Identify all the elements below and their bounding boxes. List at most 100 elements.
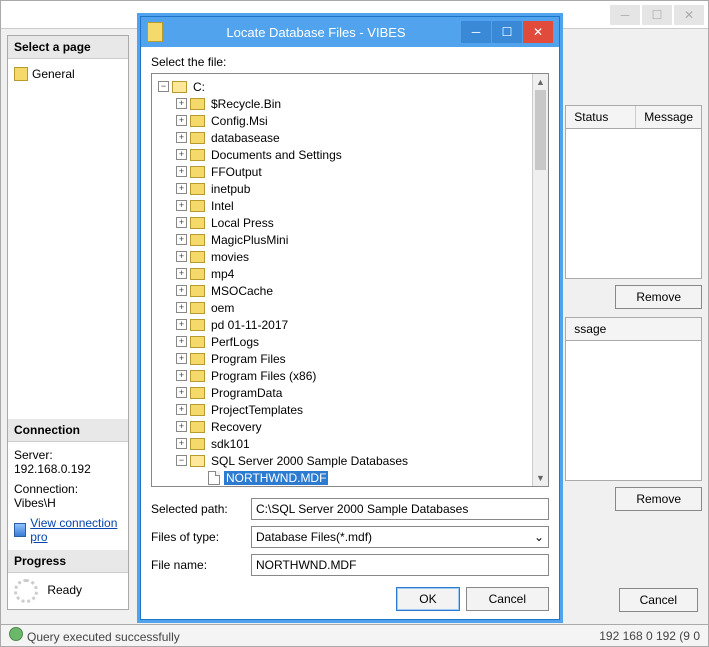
expander-icon[interactable]: + <box>176 183 187 194</box>
scroll-thumb[interactable] <box>535 90 546 170</box>
expander-icon[interactable]: + <box>176 404 187 415</box>
modal-maximize-button[interactable]: ☐ <box>492 21 522 43</box>
modal-minimize-button[interactable]: ─ <box>461 21 491 43</box>
expander-icon[interactable]: + <box>176 115 187 126</box>
file-name-label: File name: <box>151 558 251 572</box>
expander-icon[interactable]: + <box>176 149 187 160</box>
left-pane: Select a page General Connection Server:… <box>7 35 129 610</box>
folder-icon <box>190 387 205 399</box>
expander-icon[interactable]: + <box>176 234 187 245</box>
folder-icon <box>190 302 205 314</box>
tree-node[interactable]: NORTHWND.MDF <box>154 469 546 486</box>
expander-icon[interactable]: + <box>176 370 187 381</box>
tree-node[interactable]: +oem <box>154 299 546 316</box>
folder-icon <box>172 81 187 93</box>
tree-label: MSOCache <box>209 284 275 298</box>
cancel-button[interactable]: Cancel <box>466 587 549 611</box>
modal-titlebar[interactable]: Locate Database Files - VIBES ─ ☐ ✕ <box>141 17 559 47</box>
file-name-field[interactable]: NORTHWND.MDF <box>251 554 549 576</box>
expander-icon[interactable]: + <box>176 353 187 364</box>
tree-scrollbar[interactable]: ▲ ▼ <box>532 74 548 486</box>
tree-node[interactable]: − SQL Server 2000 Sample Databases <box>154 452 546 469</box>
expander-icon[interactable]: + <box>176 336 187 347</box>
tree-label: pd 01-11-2017 <box>209 318 290 332</box>
tree-node[interactable]: +Program Files <box>154 350 546 367</box>
tree-node[interactable]: + MagicPlusMini <box>154 231 546 248</box>
expander-icon[interactable]: + <box>176 251 187 262</box>
tree-label: SQL Server 2000 Sample Databases <box>209 454 410 468</box>
expander-icon[interactable]: + <box>176 438 187 449</box>
tree-node[interactable]: + FFOutput <box>154 163 546 180</box>
folder-icon <box>190 98 205 110</box>
tree-node[interactable]: +databasease <box>154 129 546 146</box>
expander-icon[interactable]: − <box>158 81 169 92</box>
tree-node[interactable]: +Program Files (x86) <box>154 367 546 384</box>
view-connection-link[interactable]: View connection pro <box>30 516 122 544</box>
maximize-button[interactable]: ☐ <box>642 5 672 25</box>
status-text: Query executed successfully <box>27 630 180 644</box>
tree-node[interactable]: +mp4 <box>154 265 546 282</box>
selected-path-field[interactable]: C:\SQL Server 2000 Sample Databases <box>251 498 549 520</box>
expander-icon[interactable]: + <box>176 132 187 143</box>
expander-icon[interactable]: + <box>176 217 187 228</box>
col-status[interactable]: Status <box>566 106 636 128</box>
tree-node[interactable]: + Local Press <box>154 214 546 231</box>
tree-node[interactable]: + MSOCache <box>154 282 546 299</box>
remove-button-2[interactable]: Remove <box>615 487 702 511</box>
folder-icon <box>190 455 205 467</box>
expander-icon[interactable]: + <box>176 421 187 432</box>
connection-value: Vibes\H <box>14 496 122 510</box>
folder-icon <box>190 319 205 331</box>
close-button[interactable]: ✕ <box>674 5 704 25</box>
folder-icon <box>190 268 205 280</box>
connection-header: Connection <box>8 419 128 442</box>
files-type-dropdown[interactable]: Database Files(*.mdf) ⌄ <box>251 526 549 548</box>
file-tree[interactable]: −C:+$Recycle.Bin+Config.Msi+databasease+… <box>151 73 549 487</box>
modal-close-button[interactable]: ✕ <box>523 21 553 43</box>
folder-icon <box>190 183 205 195</box>
tree-node[interactable]: + sdk101 <box>154 435 546 452</box>
expander-icon[interactable]: + <box>176 302 187 313</box>
tree-label: MagicPlusMini <box>209 233 290 247</box>
page-general[interactable]: General <box>14 65 122 83</box>
expander-icon[interactable]: + <box>176 319 187 330</box>
tree-node[interactable]: +inetpub <box>154 180 546 197</box>
tree-label: Documents and Settings <box>209 148 344 162</box>
tree-node[interactable]: +ProjectTemplates <box>154 401 546 418</box>
expander-icon[interactable]: + <box>176 387 187 398</box>
expander-icon[interactable]: + <box>176 200 187 211</box>
tree-node[interactable]: +movies <box>154 248 546 265</box>
tree-node[interactable]: + pd 01-11-2017 <box>154 316 546 333</box>
scroll-up-icon[interactable]: ▲ <box>533 74 548 90</box>
expander-icon[interactable]: + <box>176 98 187 109</box>
expander-icon[interactable]: + <box>176 268 187 279</box>
col-message[interactable]: Message <box>636 106 701 128</box>
folder-icon <box>190 438 205 450</box>
tree-node[interactable]: + Documents and Settings <box>154 146 546 163</box>
expander-icon[interactable]: + <box>176 285 187 296</box>
connection-icon <box>14 523 26 537</box>
col-ssage[interactable]: ssage <box>566 318 701 340</box>
tree-label: $Recycle.Bin <box>209 97 283 111</box>
back-cancel-button[interactable]: Cancel <box>619 588 698 612</box>
scroll-down-icon[interactable]: ▼ <box>533 470 548 486</box>
expander-icon[interactable]: + <box>176 166 187 177</box>
tree-node[interactable]: +Intel <box>154 197 546 214</box>
tree-label: sdk101 <box>209 437 252 451</box>
tree-label: FFOutput <box>209 165 264 179</box>
tree-node[interactable]: +ProgramData <box>154 384 546 401</box>
tree-node[interactable]: + $Recycle.Bin <box>154 95 546 112</box>
tree-node[interactable]: −C: <box>154 78 546 95</box>
remove-button-1[interactable]: Remove <box>615 285 702 309</box>
minimize-button[interactable]: ─ <box>610 5 640 25</box>
grid-header-2: ssage <box>565 317 702 341</box>
select-file-label: Select the file: <box>151 55 549 69</box>
tree-node[interactable]: +Config.Msi <box>154 112 546 129</box>
expander-icon[interactable]: − <box>176 455 187 466</box>
folder-icon <box>190 421 205 433</box>
tree-node[interactable]: +PerfLogs <box>154 333 546 350</box>
tree-label: Local Press <box>209 216 276 230</box>
tree-node[interactable]: PUBS.MDF <box>154 486 546 487</box>
tree-node[interactable]: +Recovery <box>154 418 546 435</box>
ok-button[interactable]: OK <box>396 587 459 611</box>
